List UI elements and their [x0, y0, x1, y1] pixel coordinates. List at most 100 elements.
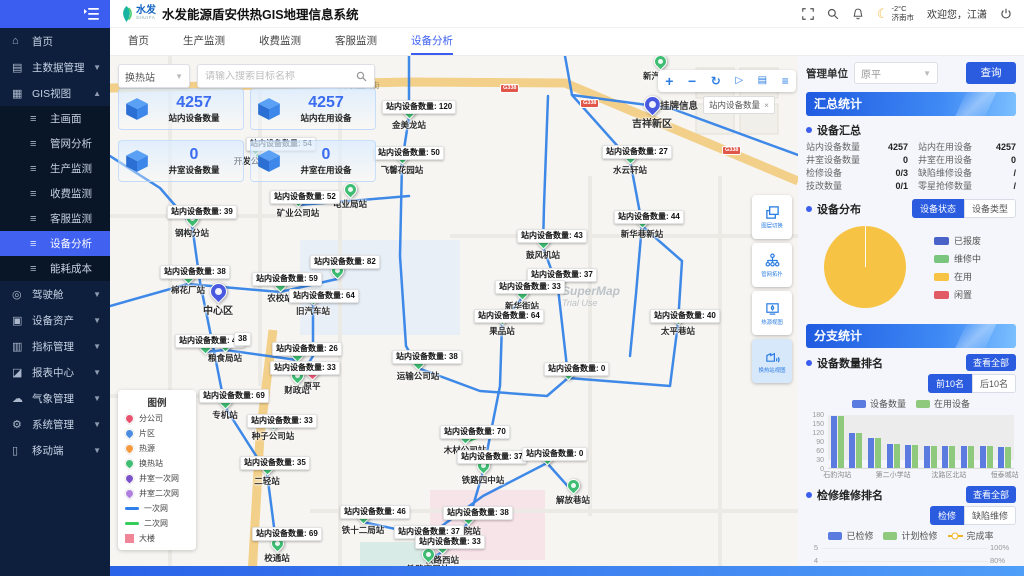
pan-tool-icon[interactable]: ▷ — [735, 76, 743, 86]
fullscreen-icon[interactable] — [802, 8, 814, 20]
bar-group[interactable] — [995, 415, 1014, 468]
map-canvas[interactable]: 平安西大街 SuperMap Trial Use 换热站▼ 4257站内设备数量… — [110, 56, 798, 566]
reset-view-icon[interactable]: ↻ — [711, 75, 721, 87]
tag-info-label: 挂牌信息 — [660, 98, 698, 112]
search-field — [197, 64, 375, 88]
bar-group[interactable] — [921, 415, 940, 468]
sidebar-item-设备资产[interactable]: ▣设备资产▼ — [0, 307, 110, 333]
close-icon[interactable]: × — [764, 100, 769, 110]
tab-客服监测[interactable]: 客服监测 — [335, 28, 377, 55]
sidebar-item-系统管理[interactable]: ⚙系统管理▼ — [0, 411, 110, 437]
marker-name-label: 铁十二局站 — [342, 524, 385, 536]
sidebar-item-主数据管理[interactable]: ▤主数据管理▼ — [0, 54, 110, 80]
kpi-icon: ▥ — [12, 340, 26, 353]
page-title: 水发能源盾安供热GIS地理信息系统 — [162, 4, 359, 23]
sidebar-subitem-生产监测[interactable]: ≡生产监测 — [0, 156, 110, 181]
marker-name-label: 校通站 — [264, 552, 290, 564]
grid-line — [822, 548, 988, 549]
tab-生产监测[interactable]: 生产监测 — [183, 28, 225, 55]
sidebar-item-驾驶舱[interactable]: ◎驾驶舱▼ — [0, 281, 110, 307]
bar-group[interactable] — [977, 415, 996, 468]
sidebar-subitem-设备分析[interactable]: ≡设备分析 — [0, 231, 110, 256]
road-badge: G338 — [500, 84, 519, 93]
map-tool-图层切换[interactable]: 图层切换 — [752, 195, 792, 239]
search-icon[interactable] — [356, 71, 367, 82]
marker-count-label: 站内设备数量: 27 — [602, 145, 672, 159]
left-axis-tick: 5 — [806, 543, 818, 552]
bar-group[interactable] — [940, 415, 959, 468]
map-tool-换热站视图[interactable]: 换热站视图 — [752, 339, 792, 383]
sidebar-item-气象管理[interactable]: ☁气象管理▼ — [0, 385, 110, 411]
bar-group[interactable] — [865, 415, 884, 468]
map-tool-管网拓扑[interactable]: 管网拓扑 — [752, 243, 792, 287]
stat-card-value: 0 — [282, 146, 370, 164]
toggle-设备状态[interactable]: 设备状态 — [912, 199, 964, 218]
bar-group[interactable] — [958, 415, 977, 468]
tag-chip[interactable]: 站内设备数量× — [703, 96, 775, 114]
export-map-icon[interactable]: ▤ — [758, 76, 767, 86]
legend-item-片区: 片区 — [118, 426, 196, 441]
sidebar-item-移动端[interactable]: ▯移动端▼ — [0, 437, 110, 463]
bar-group[interactable] — [902, 415, 921, 468]
legend-item-label: 井室一次网 — [139, 473, 179, 484]
stat-value: 0/1 — [868, 180, 908, 193]
marker-count-label: 38 — [234, 332, 251, 346]
map-settings-icon[interactable]: ≡ — [782, 75, 789, 87]
toggle-设备类型[interactable]: 设备类型 — [964, 199, 1016, 218]
marker-count-label: 站内设备数量: 33 — [270, 361, 340, 375]
view-all-button[interactable]: 查看全部 — [966, 486, 1016, 503]
tab-收费监测[interactable]: 收费监测 — [259, 28, 301, 55]
bar-group[interactable] — [884, 415, 903, 468]
bar-设备数量 — [831, 416, 837, 468]
zoom-in-icon[interactable]: + — [665, 74, 673, 88]
toggle-前10名[interactable]: 前10名 — [928, 374, 972, 393]
legend-pin-icon — [123, 487, 136, 500]
bar-group[interactable] — [828, 415, 847, 468]
sidebar-subitem-收费监测[interactable]: ≡收费监测 — [0, 181, 110, 206]
marker-count-label: 站内设备数量: 46 — [340, 505, 410, 519]
sidebar-item-GIS视图[interactable]: ▦GIS视图▲ — [0, 80, 110, 106]
sidebar-item-label: 首页 — [32, 34, 53, 49]
system-icon: ⚙ — [12, 418, 26, 431]
toggle-缺陷维修[interactable]: 缺陷维修 — [964, 506, 1016, 525]
search-category-select[interactable]: 换热站▼ — [118, 64, 190, 88]
sidebar-subitem-客服监测[interactable]: ≡客服监测 — [0, 206, 110, 231]
sidebar-subitem-管网分析[interactable]: ≡管网分析 — [0, 131, 110, 156]
tab-设备分析[interactable]: 设备分析 — [411, 28, 453, 55]
repair-legend-已检修: 已检修 — [828, 529, 873, 542]
search-input[interactable] — [205, 71, 356, 82]
bullet-dot-icon — [806, 206, 812, 212]
bullet-dot-icon — [806, 360, 812, 366]
map-search-bar: 换热站▼ — [118, 64, 375, 88]
sidebar-item-label: 气象管理 — [32, 391, 74, 406]
sidebar-collapse-button[interactable] — [0, 0, 110, 28]
map-tool-热源视图[interactable]: 热源视图 — [752, 291, 792, 335]
logout-icon[interactable] — [1000, 8, 1012, 20]
sidebar-subitem-主画面[interactable]: ≡主画面 — [0, 106, 110, 131]
sidebar-item-首页[interactable]: ⌂首页 — [0, 28, 110, 54]
marker-count-label: 站内设备数量: 35 — [240, 456, 310, 470]
tab-首页[interactable]: 首页 — [128, 28, 149, 55]
sidebar-item-报表中心[interactable]: ◪报表中心▼ — [0, 359, 110, 385]
toggle-后10名[interactable]: 后10名 — [972, 374, 1016, 393]
summary-stat-row: 井室设备数量0井室在用设备0 — [806, 154, 1016, 167]
distribution-title-row: 设备分布 设备状态设备类型 — [806, 199, 1016, 218]
bar-在用设备 — [1005, 447, 1011, 468]
notification-bell-icon[interactable] — [852, 8, 864, 20]
toggle-检修[interactable]: 检修 — [930, 506, 964, 525]
sidebar-subitem-label: 主画面 — [50, 111, 82, 126]
marker-count-label: 站内设备数量: 33 — [247, 414, 317, 428]
sidebar-subitem-能耗成本[interactable]: ≡能耗成本 — [0, 256, 110, 281]
unit-select[interactable]: 原平▼ — [854, 62, 938, 84]
zoom-out-icon[interactable]: − — [688, 74, 696, 88]
view-all-button[interactable]: 查看全部 — [966, 354, 1016, 371]
unit-select-value: 原平 — [861, 66, 881, 81]
search-icon[interactable] — [827, 8, 839, 20]
bar-group[interactable] — [847, 415, 866, 468]
stat-value: / — [980, 167, 1016, 180]
query-button[interactable]: 查询 — [966, 62, 1016, 84]
sidebar-item-指标管理[interactable]: ▥指标管理▼ — [0, 333, 110, 359]
legend-swatch — [934, 237, 949, 245]
legend-line-icon — [125, 507, 139, 510]
weather-icon: ☁ — [12, 392, 26, 405]
